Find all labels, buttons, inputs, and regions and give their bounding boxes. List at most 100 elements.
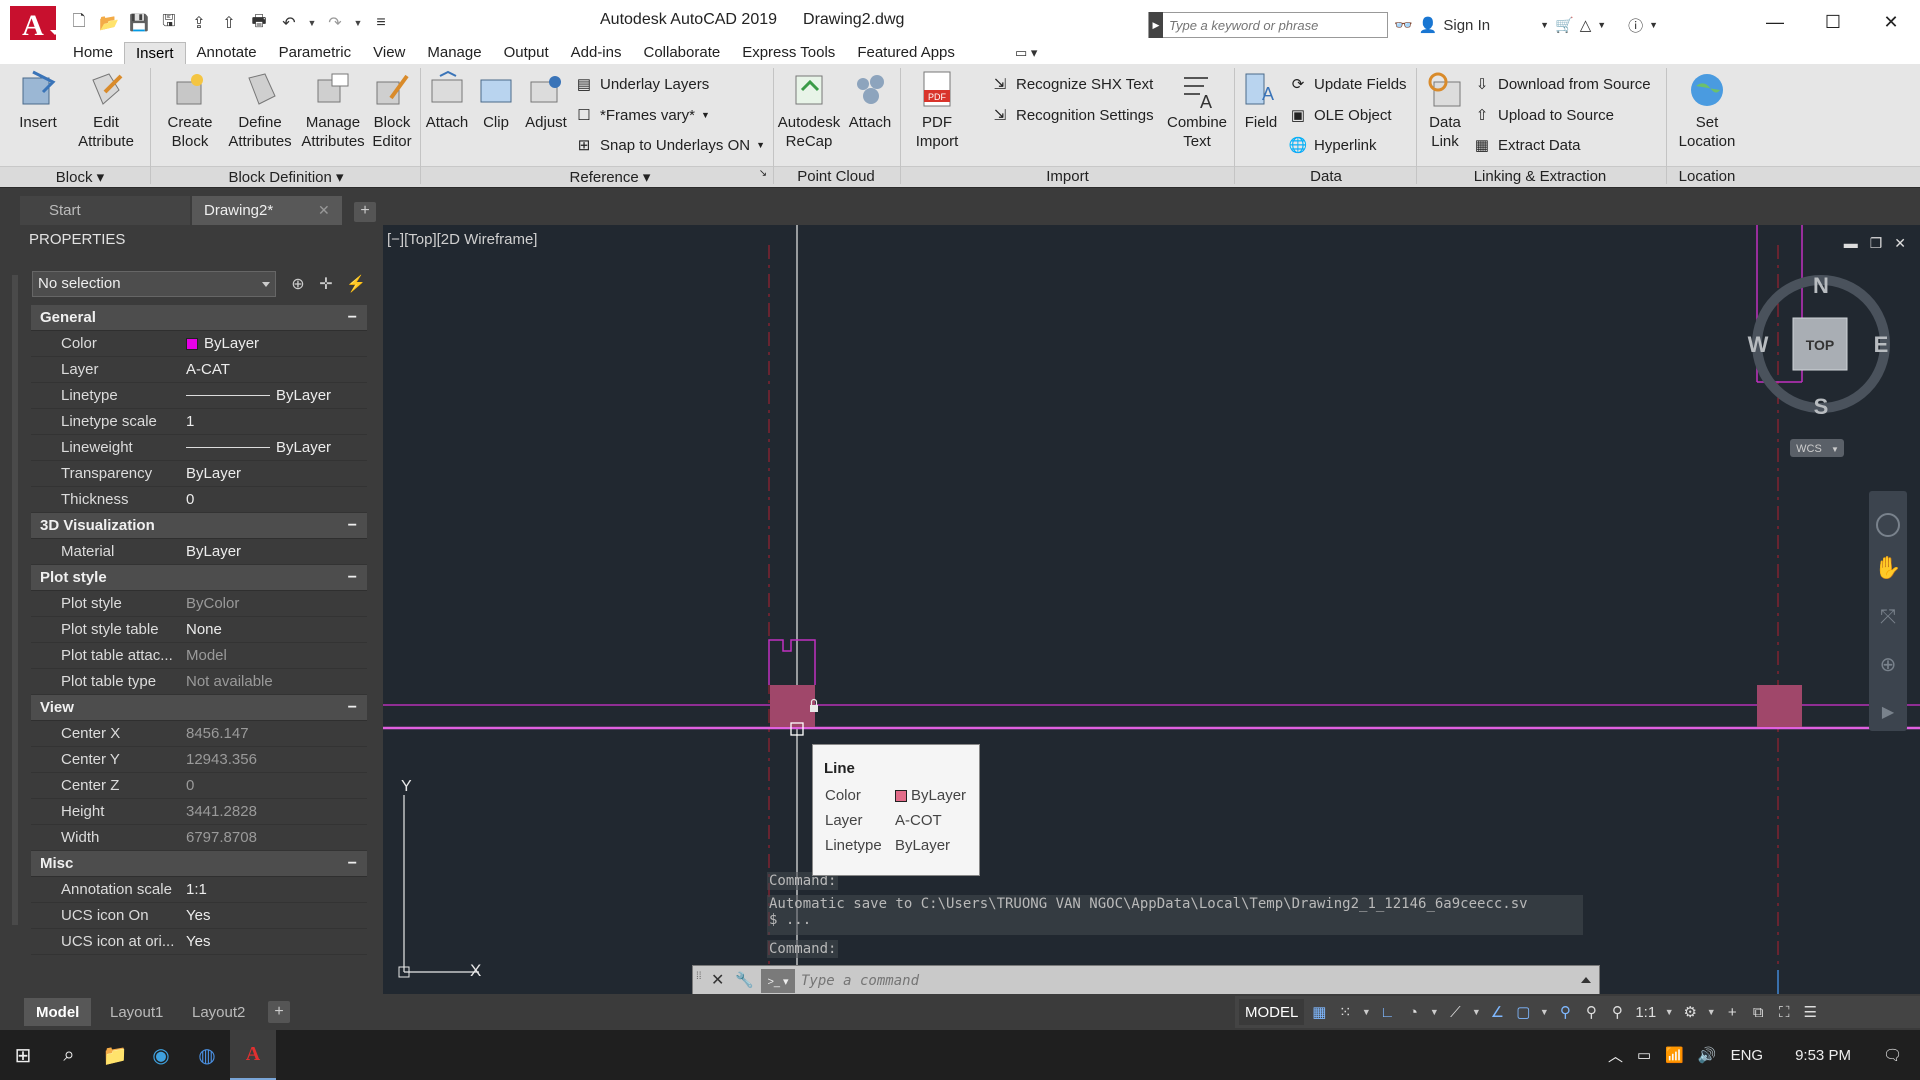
property-value[interactable]: ByLayer: [183, 335, 367, 352]
hyperlink-button[interactable]: 🌐 Hyperlink: [1288, 135, 1377, 155]
search-icon[interactable]: ⌕: [46, 1030, 92, 1080]
model-space-toggle[interactable]: MODEL: [1239, 999, 1305, 1025]
new-layout-button[interactable]: +: [268, 1001, 290, 1023]
ortho-icon[interactable]: ∟: [1376, 999, 1398, 1025]
tab-add-ins[interactable]: Add-ins: [560, 42, 633, 64]
isodraft-caret-icon[interactable]: ▼: [1470, 1007, 1482, 1017]
set-location-button[interactable]: Set Location: [1672, 70, 1742, 151]
category-header[interactable]: View −: [31, 695, 367, 721]
property-row[interactable]: Height 3441.2828: [31, 799, 367, 825]
help-search-input[interactable]: [1163, 14, 1385, 36]
panel-title-block-definition[interactable]: Block Definition ▾: [196, 168, 376, 188]
clock[interactable]: 9:53 PM: [1795, 1047, 1851, 1064]
recognition-settings-button[interactable]: ⇲ Recognition Settings: [990, 105, 1154, 125]
undo-icon[interactable]: ↶: [276, 11, 302, 35]
new-file-icon[interactable]: 🗋: [66, 11, 92, 35]
tab-featured-apps[interactable]: Featured Apps: [846, 42, 966, 64]
notifications-icon[interactable]: 🗨: [1883, 1046, 1902, 1064]
download-source-button[interactable]: ⇩ Download from Source: [1472, 74, 1651, 94]
sign-in-caret-icon[interactable]: ▼: [1540, 20, 1549, 30]
property-row[interactable]: Annotation scale 1:1: [31, 877, 367, 903]
grid-icon[interactable]: ▦: [1308, 999, 1330, 1025]
panel-title-block[interactable]: Block ▾: [40, 168, 120, 188]
property-row[interactable]: Thickness 0: [31, 487, 367, 513]
property-value[interactable]: Yes: [183, 933, 367, 950]
tab-manage[interactable]: Manage: [416, 42, 492, 64]
select-objects-icon[interactable]: ✛: [314, 272, 338, 296]
tab-start[interactable]: Start: [20, 196, 190, 225]
snap-caret-icon[interactable]: ▼: [1360, 1007, 1372, 1017]
annotation-scale-value[interactable]: 1:1: [1632, 999, 1659, 1025]
close-tab-icon[interactable]: ✕: [318, 202, 330, 219]
upload-source-button[interactable]: ⇧ Upload to Source: [1472, 105, 1614, 125]
layout-tab-layout1[interactable]: Layout1: [98, 998, 175, 1026]
selection-dropdown[interactable]: No selection: [32, 271, 276, 297]
update-fields-button[interactable]: ⟳ Update Fields: [1288, 74, 1407, 94]
command-history-expand-icon[interactable]: [1581, 977, 1591, 983]
save-web-icon[interactable]: ⇧: [216, 11, 242, 35]
category-header[interactable]: Misc −: [31, 851, 367, 877]
tab-home[interactable]: Home: [62, 42, 124, 64]
collapse-icon[interactable]: −: [348, 855, 357, 873]
new-tab-button[interactable]: +: [354, 202, 376, 222]
property-row[interactable]: Linetype scale 1: [31, 409, 367, 435]
property-row[interactable]: Transparency ByLayer: [31, 461, 367, 487]
polar-tracking-icon[interactable]: ◔: [1402, 999, 1424, 1025]
property-value[interactable]: ByLayer: [183, 543, 367, 560]
reference-dialog-launcher-icon[interactable]: ↘: [756, 168, 770, 188]
drawing-canvas[interactable]: [−][Top][2D Wireframe] ▬ ❐ ✕ TOP N S E W…: [383, 225, 1920, 994]
object-snap-caret-icon[interactable]: ▼: [1538, 1007, 1550, 1017]
workspace-gear-icon[interactable]: ⚙: [1679, 999, 1701, 1025]
define-attributes-button[interactable]: Define Attributes: [224, 70, 296, 151]
search-expand-icon[interactable]: ▶: [1149, 12, 1163, 38]
property-row[interactable]: Color ByLayer: [31, 331, 367, 357]
customization-menu-icon[interactable]: ☰: [1799, 999, 1821, 1025]
manage-attributes-button[interactable]: Manage Attributes: [296, 70, 370, 151]
customize-qat-icon[interactable]: ≡: [368, 11, 394, 35]
close-button[interactable]: ✕: [1862, 0, 1920, 45]
property-value[interactable]: 1: [183, 413, 367, 430]
autodesk-recap-button[interactable]: Autodesk ReCap: [776, 70, 842, 151]
undo-caret-icon[interactable]: ▼: [306, 18, 318, 28]
auto-scale-icon[interactable]: ⚲: [1580, 999, 1602, 1025]
pdf-import-button[interactable]: PDF PDF Import: [904, 70, 970, 151]
tab-collaborate[interactable]: Collaborate: [632, 42, 731, 64]
command-line-grip-icon[interactable]: ⁞⁞: [696, 971, 704, 991]
tab-annotate[interactable]: Annotate: [186, 42, 268, 64]
binoculars-icon[interactable]: 👓: [1394, 16, 1413, 34]
property-value[interactable]: ByLayer: [183, 387, 367, 404]
object-snap-icon[interactable]: ▢: [1512, 999, 1534, 1025]
property-row[interactable]: Lineweight ByLayer: [31, 435, 367, 461]
property-row[interactable]: Layer A-CAT: [31, 357, 367, 383]
tray-chevron-icon[interactable]: ︿: [1608, 1045, 1623, 1066]
attach-point-cloud-button[interactable]: Attach: [844, 70, 896, 132]
create-block-button[interactable]: Create Block: [160, 70, 220, 151]
help-icon[interactable]: ⓘ: [1628, 15, 1643, 36]
scale-caret-icon[interactable]: ▼: [1663, 1007, 1675, 1017]
open-folder-icon[interactable]: 📂: [96, 11, 122, 35]
open-web-icon[interactable]: ⇪: [186, 11, 212, 35]
autodesk-a360-icon[interactable]: △: [1580, 16, 1592, 34]
toggle-pickadd-icon[interactable]: ⊕: [286, 272, 310, 296]
collapse-icon[interactable]: −: [348, 309, 357, 327]
command-line-close-icon[interactable]: ✕: [711, 970, 724, 990]
battery-icon[interactable]: ▭: [1637, 1046, 1651, 1064]
property-row[interactable]: UCS icon at ori... Yes: [31, 929, 367, 955]
annotation-visibility-icon[interactable]: ⚲: [1554, 999, 1576, 1025]
property-value[interactable]: 1:1: [183, 881, 367, 898]
plot-icon[interactable]: 🖶: [246, 11, 272, 35]
recognize-shx-button[interactable]: ⇲ Recognize SHX Text: [990, 74, 1154, 94]
tab-express-tools[interactable]: Express Tools: [731, 42, 846, 64]
volume-icon[interactable]: 🔊: [1698, 1046, 1717, 1064]
edit-attribute-button[interactable]: Edit Attribute: [70, 70, 142, 151]
language-indicator[interactable]: ENG: [1731, 1047, 1764, 1064]
tab-parametric[interactable]: Parametric: [268, 42, 363, 64]
help-caret-icon[interactable]: ▼: [1649, 20, 1658, 30]
data-link-button[interactable]: Data Link: [1420, 70, 1470, 151]
tab-insert[interactable]: Insert: [124, 42, 186, 64]
ribbon-display-toggle-icon[interactable]: ▭ ▾: [1015, 45, 1037, 61]
palette-grip-bar[interactable]: [12, 275, 18, 925]
minimize-button[interactable]: —: [1746, 0, 1804, 45]
polar-caret-icon[interactable]: ▼: [1428, 1007, 1440, 1017]
command-input[interactable]: [801, 969, 1571, 993]
